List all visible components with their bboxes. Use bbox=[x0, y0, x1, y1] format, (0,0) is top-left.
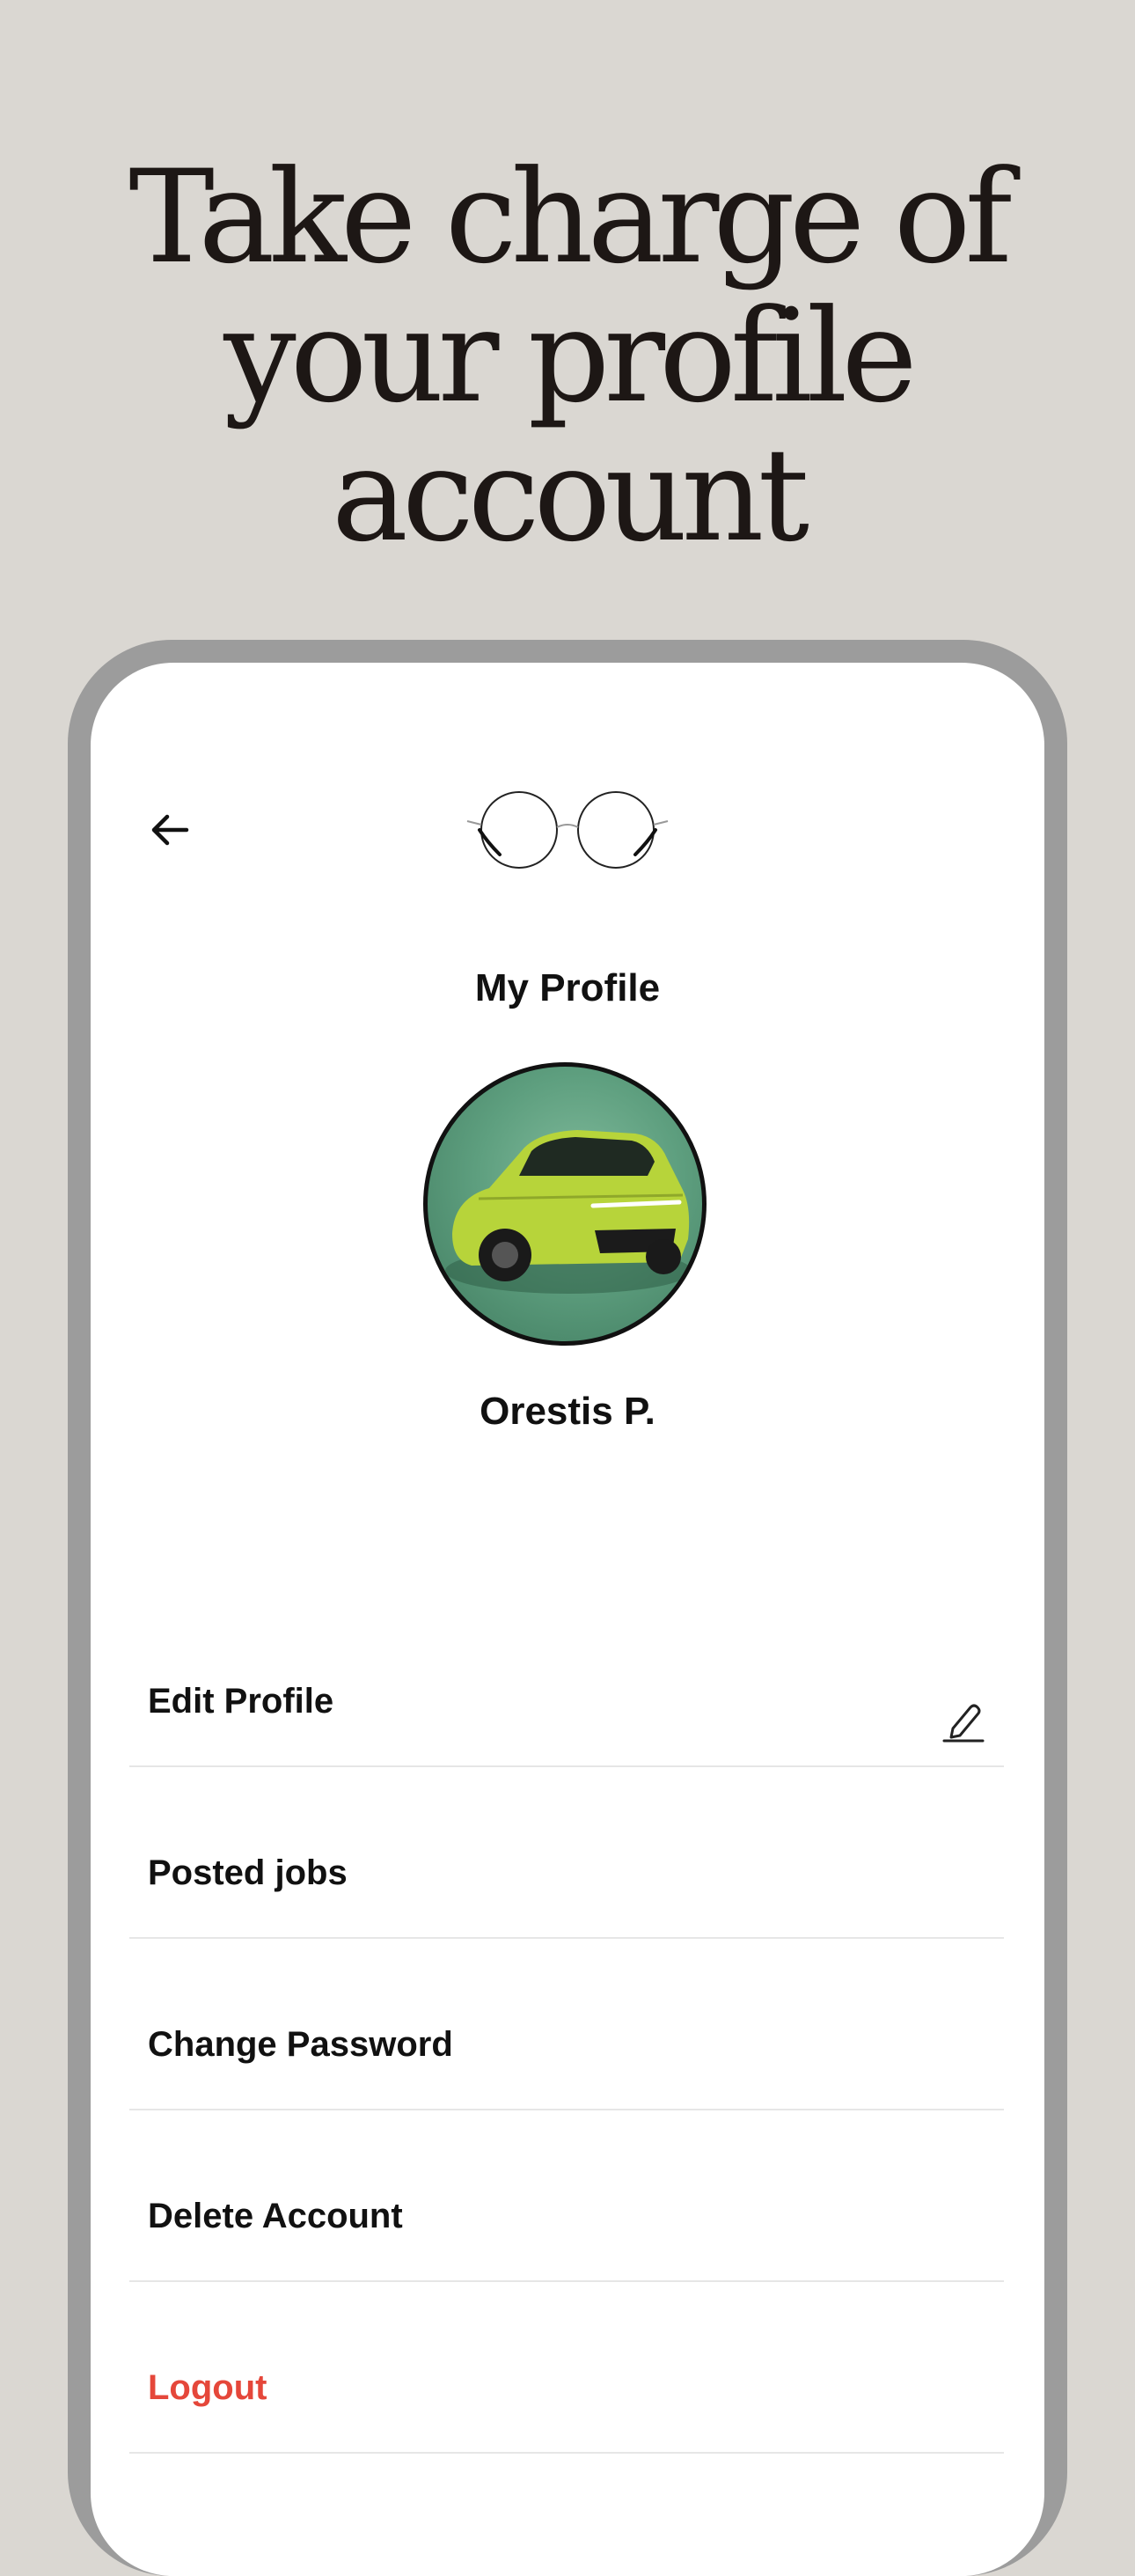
headline-line-2: your profile bbox=[223, 282, 918, 431]
pencil-icon[interactable] bbox=[941, 1699, 986, 1744]
car-image bbox=[445, 1130, 692, 1294]
menu-item-logout[interactable]: Logout bbox=[129, 2282, 1004, 2454]
logout-label: Logout bbox=[148, 2368, 267, 2407]
headline-line-3: account bbox=[331, 421, 809, 570]
menu-item-change-password[interactable]: Change Password bbox=[129, 1939, 1004, 2110]
profile-menu: Edit Profile Posted jobs Change Password… bbox=[129, 1596, 1004, 2454]
page-title: My Profile bbox=[474, 966, 661, 1009]
menu-item-posted-jobs[interactable]: Posted jobs bbox=[129, 1767, 1004, 1939]
menu-item-label: Posted jobs bbox=[148, 1853, 348, 1892]
back-button[interactable] bbox=[135, 795, 205, 865]
round-glasses-logo bbox=[466, 791, 669, 869]
user-name: Orestis P. bbox=[480, 1390, 655, 1433]
phone-frame: My Profile Orestis P. Edit Profile Poste… bbox=[68, 640, 1067, 2576]
headline: Take charge of your profile account bbox=[0, 148, 1135, 565]
menu-item-edit-profile[interactable]: Edit Profile bbox=[129, 1596, 1004, 1767]
menu-item-label: Delete Account bbox=[148, 2197, 403, 2235]
headline-line-1: Take charge of bbox=[128, 143, 1012, 292]
menu-item-label: Change Password bbox=[148, 2025, 453, 2064]
menu-item-delete-account[interactable]: Delete Account bbox=[129, 2110, 1004, 2282]
menu-item-label: Edit Profile bbox=[148, 1682, 334, 1721]
arrow-left-icon bbox=[151, 814, 189, 846]
phone-screen: My Profile Orestis P. Edit Profile Poste… bbox=[91, 663, 1044, 2576]
avatar bbox=[423, 1062, 707, 1346]
